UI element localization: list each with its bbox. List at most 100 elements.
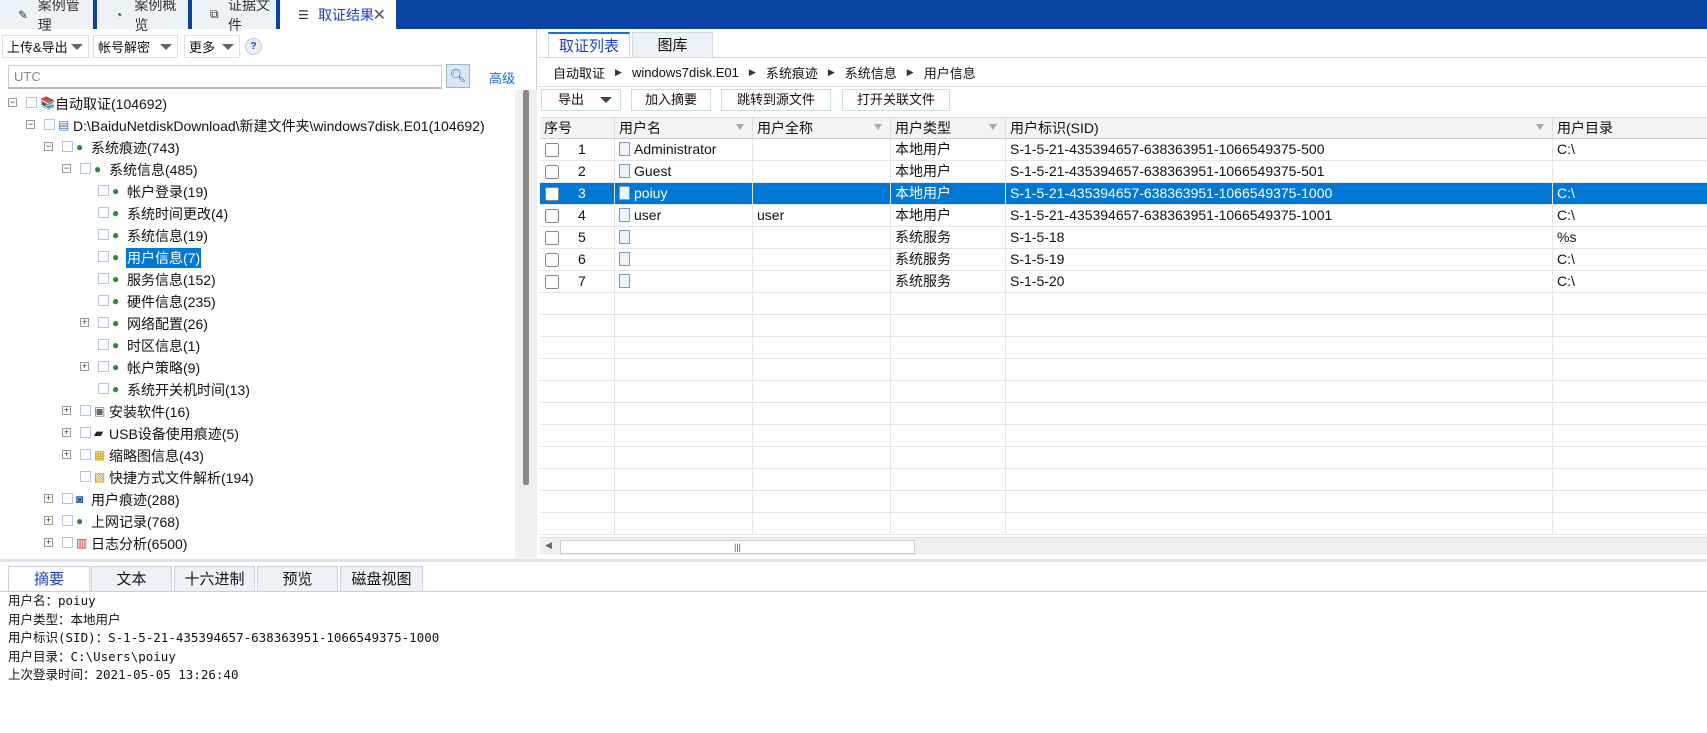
breadcrumb-item[interactable]: 系统信息 bbox=[845, 63, 897, 82]
tab-case-management[interactable]: ✎ 案例管理 bbox=[0, 0, 95, 33]
expand-icon[interactable]: + bbox=[62, 406, 71, 415]
collapse-icon[interactable]: − bbox=[26, 120, 35, 129]
tab-preview[interactable]: 预览 bbox=[257, 566, 338, 591]
tree-node[interactable]: + ● 上网记录(768) bbox=[0, 510, 515, 532]
breadcrumb-item[interactable]: 自动取证 bbox=[553, 63, 605, 82]
tab-text[interactable]: 文本 bbox=[91, 566, 172, 591]
column-header[interactable]: 用户类型 bbox=[891, 117, 1006, 139]
tree-checkbox[interactable] bbox=[98, 251, 109, 262]
column-header[interactable]: 用户标识(SID) bbox=[1006, 117, 1553, 139]
row-checkbox[interactable] bbox=[545, 253, 559, 267]
tree-checkbox[interactable] bbox=[80, 471, 91, 482]
scrollbar-thumb[interactable] bbox=[523, 90, 529, 485]
tree-checkbox[interactable] bbox=[80, 427, 91, 438]
tree-node[interactable]: ● 时区信息(1) bbox=[0, 334, 515, 356]
tree-node[interactable]: + ◙ 用户痕迹(288) bbox=[0, 488, 515, 510]
tree-node[interactable]: + ● 帐户策略(9) bbox=[0, 356, 515, 378]
tree-checkbox[interactable] bbox=[98, 317, 109, 328]
tree-node[interactable]: ● 系统信息(19) bbox=[0, 224, 515, 246]
expand-icon[interactable]: + bbox=[62, 428, 71, 437]
search-input[interactable]: UTC bbox=[8, 65, 442, 89]
tree-node[interactable]: − ▤ D:\BaiduNetdiskDownload\新建文件夹\windows7… bbox=[0, 114, 515, 136]
table-row[interactable]: 7 系统服务 S-1-5-20 C:\ bbox=[540, 271, 1707, 293]
tree-checkbox[interactable] bbox=[98, 339, 109, 350]
help-icon[interactable]: ? bbox=[245, 38, 262, 55]
tree-node[interactable]: ● 系统开关机时间(13) bbox=[0, 378, 515, 400]
tree-checkbox[interactable] bbox=[98, 185, 109, 196]
row-checkbox[interactable] bbox=[545, 187, 559, 201]
scroll-left-icon[interactable]: ◀ bbox=[545, 540, 552, 551]
tree-node[interactable]: ● 系统时间更改(4) bbox=[0, 202, 515, 224]
filter-icon[interactable] bbox=[874, 124, 882, 130]
expand-icon[interactable]: + bbox=[44, 494, 53, 503]
tab-forensic-results[interactable]: ☰ 取证结果 ✕ bbox=[280, 0, 396, 29]
tree-checkbox[interactable] bbox=[98, 229, 109, 240]
tree-node[interactable]: + ▰ USB设备使用痕迹(5) bbox=[0, 422, 515, 444]
tree-checkbox[interactable] bbox=[98, 383, 109, 394]
collapse-icon[interactable]: − bbox=[8, 98, 17, 107]
tree-checkbox[interactable] bbox=[98, 295, 109, 306]
tab-case-overview[interactable]: ◔ 案例概览 bbox=[97, 0, 190, 33]
tab-disk-view[interactable]: 磁盘视图 bbox=[340, 566, 423, 591]
expand-icon[interactable]: + bbox=[80, 362, 89, 371]
table-row[interactable]: 5 系统服务 S-1-5-18 %s bbox=[540, 227, 1707, 249]
table-row[interactable]: 6 系统服务 S-1-5-19 C:\ bbox=[540, 249, 1707, 271]
collapse-icon[interactable]: − bbox=[44, 142, 53, 151]
table-row[interactable]: 3 poiuy 本地用户 S-1-5-21-435394657-638363951-1… bbox=[540, 183, 1707, 205]
filter-icon[interactable] bbox=[1536, 124, 1544, 130]
more-dropdown[interactable]: 更多 bbox=[184, 35, 240, 58]
tree-checkbox[interactable] bbox=[80, 163, 91, 174]
horizontal-scrollbar[interactable]: ◀ ||| bbox=[540, 537, 1707, 555]
tree-checkbox[interactable] bbox=[98, 207, 109, 218]
tree-checkbox[interactable] bbox=[62, 141, 73, 152]
search-button[interactable]: 🔍︎ bbox=[446, 64, 470, 88]
tree-checkbox[interactable] bbox=[62, 515, 73, 526]
tab-hex[interactable]: 十六进制 bbox=[174, 566, 255, 591]
tab-summary[interactable]: 摘要 bbox=[8, 566, 90, 591]
expand-icon[interactable]: + bbox=[44, 538, 53, 547]
column-header[interactable]: 用户名 bbox=[615, 117, 753, 139]
jump-to-source-button[interactable]: 跳转到源文件 bbox=[721, 89, 831, 111]
tree-scrollbar[interactable] bbox=[515, 90, 537, 559]
tree-node[interactable]: + ▦ 缩略图信息(43) bbox=[0, 444, 515, 466]
advanced-search-link[interactable]: 高级 bbox=[489, 68, 515, 87]
close-icon[interactable]: ✕ bbox=[373, 5, 386, 25]
upload-export-dropdown[interactable]: 上传&导出 bbox=[2, 35, 89, 58]
tree-node[interactable]: ▧ 快捷方式文件解析(194) bbox=[0, 466, 515, 488]
filter-icon[interactable] bbox=[736, 124, 744, 130]
breadcrumb-item[interactable]: 用户信息 bbox=[924, 63, 976, 82]
scrollbar-thumb[interactable]: ||| bbox=[560, 540, 915, 554]
column-header[interactable]: 序号 bbox=[540, 117, 615, 139]
expand-icon[interactable]: + bbox=[62, 450, 71, 459]
tree-node[interactable]: ● 服务信息(152) bbox=[0, 268, 515, 290]
table-row[interactable]: 4 user user 本地用户 S-1-5-21-435394657-63836395… bbox=[540, 205, 1707, 227]
add-summary-button[interactable]: 加入摘要 bbox=[631, 89, 711, 111]
tree-checkbox[interactable] bbox=[62, 493, 73, 504]
tree-node[interactable]: + ● 网络配置(26) bbox=[0, 312, 515, 334]
open-related-file-button[interactable]: 打开关联文件 bbox=[842, 89, 950, 111]
breadcrumb-item[interactable]: 系统痕迹 bbox=[766, 63, 818, 82]
tree-checkbox[interactable] bbox=[44, 119, 55, 130]
row-checkbox[interactable] bbox=[545, 231, 559, 245]
tree-checkbox[interactable] bbox=[98, 361, 109, 372]
table-row[interactable]: 2 Guest 本地用户 S-1-5-21-435394657-638363951-1… bbox=[540, 161, 1707, 183]
breadcrumb-item[interactable]: windows7disk.E01 bbox=[632, 65, 739, 80]
expand-icon[interactable]: + bbox=[80, 318, 89, 327]
tree-node[interactable]: ● 硬件信息(235) bbox=[0, 290, 515, 312]
row-checkbox[interactable] bbox=[545, 143, 559, 157]
row-checkbox[interactable] bbox=[545, 165, 559, 179]
tree-checkbox[interactable] bbox=[62, 537, 73, 548]
table-row[interactable]: 1 Administrator 本地用户 S-1-5-21-435394657-638… bbox=[540, 139, 1707, 161]
tree-node[interactable]: + ▥ 日志分析(6500) bbox=[0, 532, 515, 554]
tab-gallery[interactable]: 图库 bbox=[632, 32, 713, 57]
export-dropdown[interactable]: 导出 bbox=[541, 89, 621, 111]
tree-checkbox[interactable] bbox=[26, 97, 37, 108]
expand-icon[interactable]: + bbox=[44, 516, 53, 525]
row-checkbox[interactable] bbox=[545, 275, 559, 289]
column-header[interactable]: 用户目录 bbox=[1553, 117, 1707, 139]
filter-icon[interactable] bbox=[989, 124, 997, 130]
collapse-icon[interactable]: − bbox=[62, 164, 71, 173]
tree-checkbox[interactable] bbox=[80, 405, 91, 416]
tree-node[interactable]: ● 帐户登录(19) bbox=[0, 180, 515, 202]
tree-checkbox[interactable] bbox=[80, 449, 91, 460]
